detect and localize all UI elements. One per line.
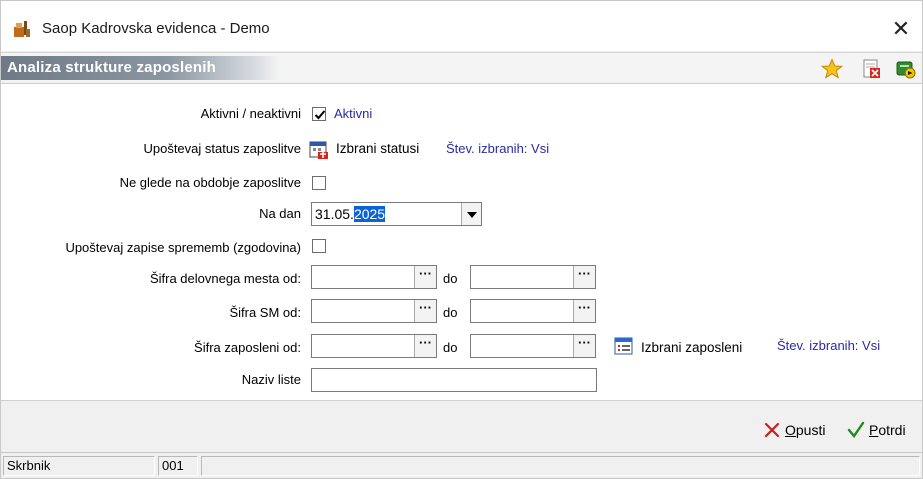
status-user: Skrbnik	[3, 456, 155, 476]
status-count: Štev. izbranih: Vsi	[446, 141, 550, 156]
zaposleni-count: Štev. izbranih: Vsi	[777, 338, 881, 353]
zgodovina-checkbox[interactable]	[312, 239, 326, 253]
do-label: do	[443, 271, 458, 286]
obdobje-checkbox[interactable]	[312, 176, 326, 190]
title-bar: Saop Kadrovska evidenca - Demo ✕	[1, 1, 922, 51]
checkmark-icon	[847, 421, 865, 438]
izbrani-zaposleni-button[interactable]: Izbrani zaposleni	[641, 340, 742, 355]
list-select-icon[interactable]	[613, 335, 635, 357]
checkmark-icon	[314, 110, 326, 120]
obdobje-label: Ne glede na obdobje zaposlitve	[119, 175, 301, 190]
header-title-bar: Analiza strukture zaposlenih	[1, 56, 279, 80]
confirm-label: Potrdi	[869, 422, 906, 438]
do-label: do	[443, 305, 458, 320]
status-bar: Skrbnik 001	[1, 452, 922, 478]
status-label: Upoštevaj status zaposlitve	[143, 141, 301, 156]
sm-label: Šifra SM od:	[229, 305, 301, 320]
form-area: Aktivni / neaktivni Aktivni Upoštevaj st…	[1, 83, 922, 401]
delovno-mesto-label: Šifra delovnega mesta od:	[149, 271, 301, 286]
aktivni-value: Aktivni	[334, 106, 373, 121]
na-dan-date-picker[interactable]: 31.05.2025	[311, 202, 482, 226]
do-label: do	[443, 340, 458, 355]
aktivni-checkbox[interactable]	[312, 107, 326, 121]
chevron-down-icon[interactable]	[461, 203, 481, 225]
star-icon[interactable]	[821, 58, 843, 80]
naziv-label: Naziv liste	[241, 372, 301, 387]
app-icon	[14, 21, 30, 37]
window-title: Saop Kadrovska evidenca - Demo	[42, 20, 270, 37]
zgodovina-label: Upoštevaj zapise sprememb (zgodovina)	[65, 240, 301, 255]
delovno-mesto-od-input[interactable]: ···	[311, 265, 437, 289]
zaposleni-od-input[interactable]: ···	[311, 334, 437, 358]
delete-document-icon[interactable]	[861, 58, 883, 80]
sm-do-browse-button[interactable]: ···	[573, 300, 595, 322]
form-title: Analiza strukture zaposlenih	[7, 59, 216, 76]
delovno-mesto-do-browse-button[interactable]: ···	[573, 266, 595, 288]
calendar-select-icon[interactable]	[308, 138, 330, 160]
naziv-liste-input[interactable]	[311, 368, 597, 392]
run-icon[interactable]	[895, 58, 917, 80]
sm-od-browse-button[interactable]: ···	[414, 300, 436, 322]
zaposleni-label: Šifra zaposleni od:	[194, 340, 301, 355]
delovno-mesto-od-browse-button[interactable]: ···	[414, 266, 436, 288]
close-icon	[764, 422, 780, 438]
app-window: Saop Kadrovska evidenca - Demo ✕ Analiza…	[0, 0, 923, 479]
aktivni-label: Aktivni / neaktivni	[200, 106, 301, 121]
zaposleni-do-input[interactable]: ···	[470, 334, 596, 358]
status-code: 001	[158, 456, 198, 476]
date-value: 31.05.2025	[315, 206, 386, 222]
date-selection: 2025	[353, 206, 386, 222]
sm-od-input[interactable]: ···	[311, 299, 437, 323]
close-icon[interactable]: ✕	[889, 17, 913, 41]
zaposleni-od-browse-button[interactable]: ···	[414, 335, 436, 357]
status-extra	[201, 456, 920, 476]
cancel-label: Opusti	[785, 422, 826, 438]
delovno-mesto-do-input[interactable]: ···	[470, 265, 596, 289]
sm-do-input[interactable]: ···	[470, 299, 596, 323]
zaposleni-do-browse-button[interactable]: ···	[573, 335, 595, 357]
izbrani-statusi-button[interactable]: Izbrani statusi	[336, 141, 419, 156]
form-header: Analiza strukture zaposlenih	[1, 52, 922, 82]
na-dan-label: Na dan	[259, 206, 301, 221]
